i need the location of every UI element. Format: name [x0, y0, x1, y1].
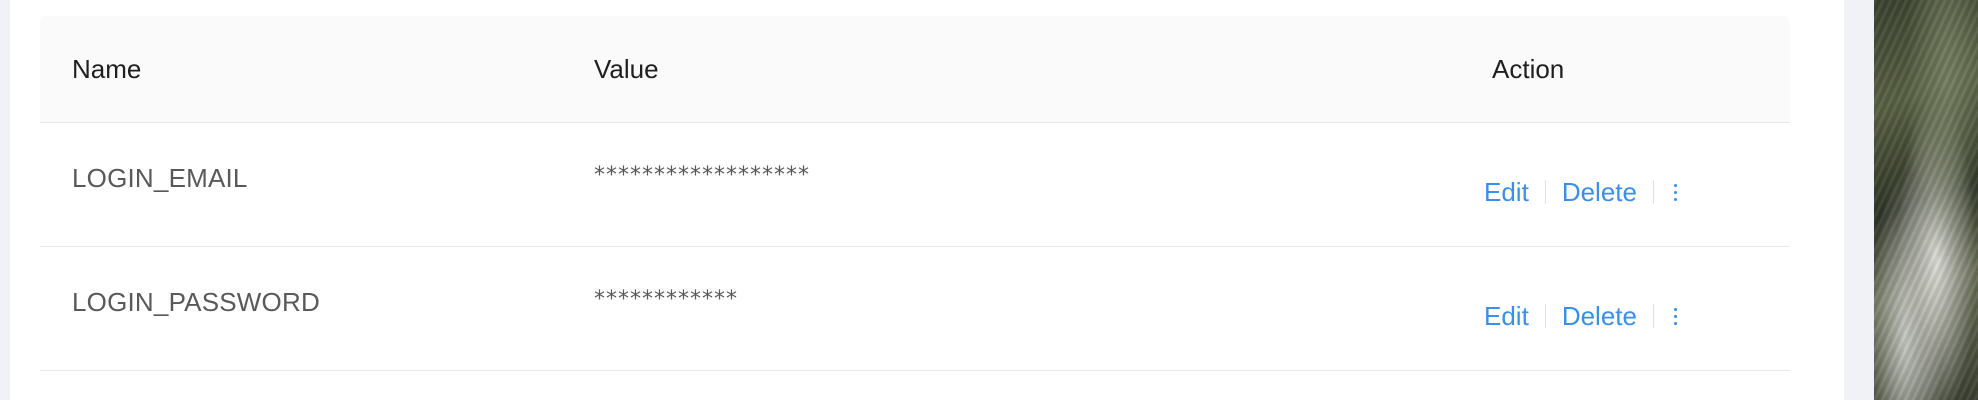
edit-button[interactable]: Edit	[1484, 301, 1529, 332]
column-header-value: Value	[594, 54, 659, 84]
page: Name Value Action LOGIN_EMAIL **********…	[0, 0, 1978, 400]
variable-name: LOGIN_EMAIL	[72, 163, 248, 193]
more-vertical-icon[interactable]	[1670, 177, 1682, 207]
variable-value-masked: ******************	[594, 163, 810, 188]
divider	[1652, 304, 1654, 328]
left-margin	[0, 0, 10, 400]
table-row: LOGIN_PASSWORD ************ Edit Delete	[40, 247, 1790, 371]
edit-button[interactable]: Edit	[1484, 177, 1529, 208]
divider	[1544, 304, 1546, 328]
mountain-photo	[1874, 0, 1978, 400]
content-panel: Name Value Action LOGIN_EMAIL **********…	[10, 0, 1844, 400]
column-header-action: Action	[1492, 54, 1565, 84]
divider	[1652, 180, 1654, 204]
delete-button[interactable]: Delete	[1562, 177, 1637, 208]
variable-value-masked: ************	[594, 287, 738, 312]
row-actions: Edit Delete	[1484, 299, 1682, 333]
table-header: Name Value Action	[40, 16, 1790, 123]
variables-table: Name Value Action LOGIN_EMAIL **********…	[40, 16, 1790, 371]
variable-name: LOGIN_PASSWORD	[72, 287, 320, 317]
table-row: LOGIN_EMAIL ****************** Edit Dele…	[40, 123, 1790, 247]
delete-button[interactable]: Delete	[1562, 301, 1637, 332]
divider	[1544, 180, 1546, 204]
more-vertical-icon[interactable]	[1670, 301, 1682, 331]
row-actions: Edit Delete	[1484, 175, 1682, 209]
column-header-name: Name	[72, 54, 142, 84]
right-gutter	[1844, 0, 1874, 400]
